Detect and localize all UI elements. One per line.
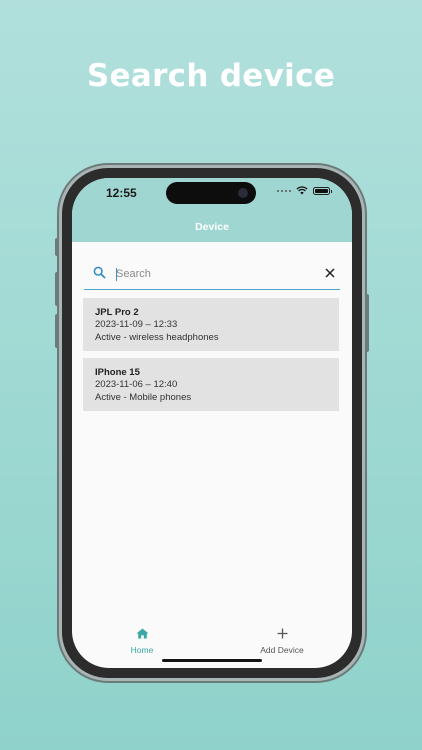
app-bar: 12:55 Device [72,178,352,242]
status-time: 12:55 [106,186,137,200]
text-caret [116,268,117,281]
phone-screen: 12:55 Device Search JPL Pro 2 2023-11-09… [72,178,352,668]
dynamic-island [166,182,256,204]
promo-title: Search device [86,58,336,94]
device-status: Active - Mobile phones [95,391,192,403]
device-card[interactable]: JPL Pro 2 2023-11-09 – 12:33 Active - wi… [83,298,339,351]
search-bar[interactable] [84,262,340,290]
device-datetime: 2023-11-06 – 12:40 [95,379,178,390]
bottom-nav: Home Add Device [72,626,352,656]
side-button-volume-down [55,314,59,348]
side-button-power [365,294,369,352]
device-name: JPL Pro 2 [95,307,139,318]
search-input[interactable] [116,264,306,284]
plus-icon [277,628,287,639]
home-indicator [162,659,262,662]
camera-icon [238,188,248,198]
device-status: Active - wireless headphones [95,331,219,343]
device-list: JPL Pro 2 2023-11-09 – 12:33 Active - wi… [83,298,339,418]
home-icon [136,628,148,639]
nav-item-add-device[interactable]: Add Device [212,626,352,655]
device-name: IPhone 15 [95,367,140,378]
phone-frame: 12:55 Device Search JPL Pro 2 2023-11-09… [55,168,369,678]
signal-dots-icon [277,189,291,192]
wifi-icon [296,186,308,195]
search-icon [93,266,106,279]
close-icon[interactable] [324,267,336,279]
device-card[interactable]: IPhone 15 2023-11-06 – 12:40 Active - Mo… [83,358,339,411]
page-title: Device [195,221,229,233]
nav-item-home[interactable]: Home [72,626,212,655]
nav-label-home: Home [130,645,154,655]
battery-icon [313,186,332,195]
side-button-silent [55,238,59,256]
status-icons [277,186,332,195]
side-button-volume-up [55,272,59,306]
nav-label-add-device: Add Device [260,645,304,655]
device-datetime: 2023-11-09 – 12:33 [95,319,178,330]
